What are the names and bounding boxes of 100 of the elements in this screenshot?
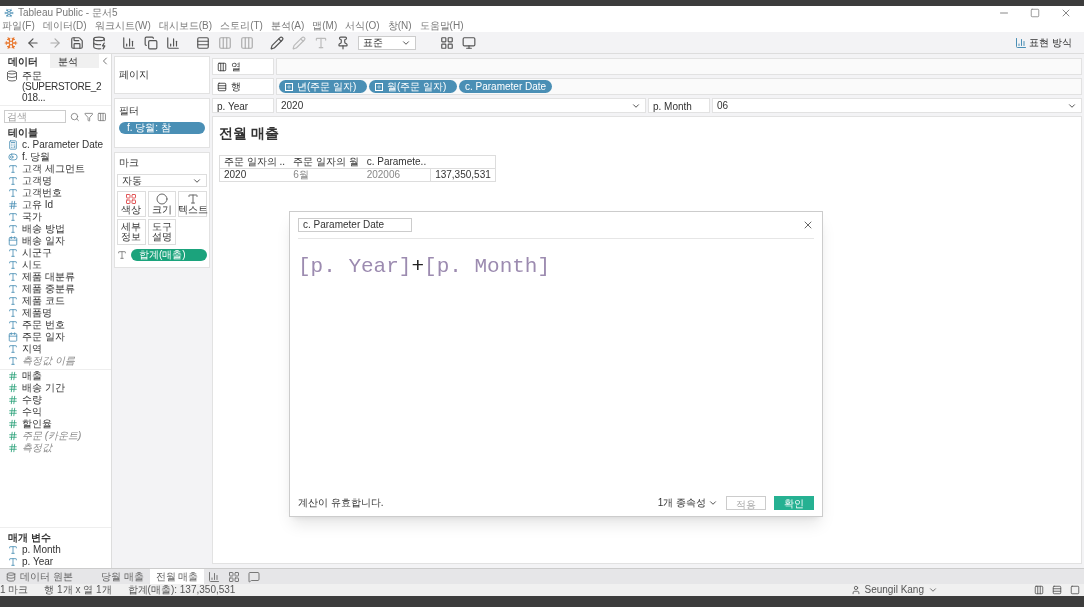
- marks-card-button[interactable]: 색상: [117, 191, 146, 217]
- calculated-field-icon: [8, 140, 18, 150]
- filmstrip-view-icon[interactable]: [1070, 585, 1080, 595]
- number-type-icon: [8, 200, 18, 210]
- calculation-name-field[interactable]: c. Parameter Date: [298, 218, 412, 232]
- highlight-icon[interactable]: [270, 35, 284, 50]
- expand-icon[interactable]: [285, 82, 293, 91]
- number-type-icon: [8, 383, 18, 393]
- marks-card-button[interactable]: 텍스트: [178, 191, 207, 217]
- sheet-tab[interactable]: 당월 매출: [94, 569, 150, 584]
- field-name[interactable]: 지역: [22, 343, 42, 355]
- parameter-label: p. Year: [212, 98, 274, 113]
- menu-item[interactable]: 도움말(H): [419, 21, 464, 31]
- menu-item[interactable]: 분석(A): [270, 21, 305, 31]
- save-icon[interactable]: [70, 35, 84, 50]
- text-icon: [117, 250, 127, 260]
- field-name[interactable]: 할인율: [22, 418, 52, 430]
- new-story-icon[interactable]: [248, 570, 261, 583]
- marks-card-button[interactable]: 세부 정보: [117, 219, 146, 245]
- field-name[interactable]: 주문 (카운트): [22, 430, 82, 442]
- field-name[interactable]: 제품 대분류: [22, 271, 75, 283]
- marks-card-button[interactable]: 도구 설명: [147, 219, 177, 245]
- date-type-icon: [8, 236, 18, 246]
- data-source-name[interactable]: 주문 (SUPERSTORE_2018...: [22, 70, 105, 103]
- shelf-label: 행: [231, 80, 241, 94]
- new-dashboard-icon[interactable]: [228, 570, 241, 583]
- duplicate-icon[interactable]: [144, 35, 158, 50]
- search-field[interactable]: 검색: [4, 110, 66, 123]
- sheet-tab[interactable]: 데이터 원본: [0, 569, 79, 584]
- field-name[interactable]: 측정값 이름: [22, 355, 75, 367]
- filter-icon[interactable]: [83, 111, 94, 122]
- close-icon[interactable]: [802, 219, 814, 231]
- mark-type-dropdown[interactable]: 자동: [117, 174, 207, 187]
- number-type-icon: [8, 371, 18, 381]
- field-name[interactable]: c. Parameter Date: [22, 139, 104, 151]
- marks-card-button[interactable]: 크기: [147, 191, 177, 217]
- tableau-logo-icon[interactable]: [4, 35, 18, 50]
- search-icon[interactable]: [70, 111, 80, 122]
- field-name[interactable]: 고유 Id: [22, 199, 54, 211]
- field-name[interactable]: 매출: [22, 370, 42, 382]
- user-menu[interactable]: Seungil Kang: [864, 585, 924, 595]
- shelf-label: 열: [231, 60, 241, 74]
- menu-item[interactable]: 서식(O): [345, 21, 380, 31]
- menu-item[interactable]: 파일(F): [2, 21, 35, 31]
- close-icon[interactable]: [1060, 7, 1072, 19]
- menu-item[interactable]: 데이터(D): [42, 21, 87, 31]
- field-name[interactable]: 배송 일자: [22, 235, 65, 247]
- field-name[interactable]: 시도: [22, 259, 42, 271]
- grid-view-icon[interactable]: [1034, 585, 1044, 595]
- formula-editor[interactable]: [p. Year]+[p. Month]: [298, 239, 814, 495]
- new-worksheet-icon[interactable]: [122, 35, 136, 50]
- menu-item[interactable]: 워크시트(W): [94, 21, 151, 31]
- sheet-tab[interactable]: 전월 매출: [149, 569, 205, 584]
- parameter-dropdown[interactable]: 06: [712, 98, 1082, 113]
- status-dimensions: 행 1개 x 열 1개: [44, 585, 112, 595]
- menu-item[interactable]: 창(N): [387, 21, 412, 31]
- presentation-icon[interactable]: [462, 35, 476, 50]
- forward-icon[interactable]: [48, 35, 62, 50]
- field-name[interactable]: 배송 방법: [22, 223, 65, 235]
- cards-icon[interactable]: [440, 35, 454, 50]
- field-name[interactable]: 배송 기간: [22, 382, 65, 394]
- field-name[interactable]: 고객명: [22, 175, 52, 187]
- maximize-icon[interactable]: [1030, 8, 1040, 18]
- dependencies-dropdown[interactable]: 1개 종속성: [657, 495, 718, 510]
- field-name[interactable]: p. Month: [22, 544, 61, 556]
- new-worksheet-icon[interactable]: [208, 570, 221, 583]
- field-name[interactable]: 수량: [22, 394, 42, 406]
- show-me-button[interactable]: 표현 방식: [1029, 35, 1072, 50]
- field-name[interactable]: 제품 중분류: [22, 283, 75, 295]
- date-type-icon: [8, 332, 18, 342]
- field-name[interactable]: 고객 세그먼트: [22, 163, 85, 175]
- table-cell-text: 2020: [223, 169, 248, 181]
- parameter-dropdown[interactable]: 2020: [276, 98, 646, 113]
- menu-item[interactable]: 맵(M): [312, 21, 338, 31]
- pin-icon[interactable]: [336, 35, 350, 50]
- field-name[interactable]: f. 당월: [22, 151, 51, 163]
- panel-tab[interactable]: 분석: [49, 54, 100, 68]
- filter-pill[interactable]: f. 당월: 참: [119, 122, 205, 134]
- menu-item[interactable]: 스토리(T): [220, 21, 263, 31]
- field-name[interactable]: 제품 코드: [22, 295, 65, 307]
- field-name[interactable]: 제품명: [22, 307, 52, 319]
- list-view-icon[interactable]: [1052, 585, 1062, 595]
- back-icon[interactable]: [26, 35, 40, 50]
- field-name[interactable]: 주문 번호: [22, 319, 65, 331]
- field-name[interactable]: p. Year: [22, 556, 54, 568]
- field-name[interactable]: 측정값: [22, 442, 52, 454]
- field-name[interactable]: 고객번호: [22, 187, 62, 199]
- string-type-icon: [8, 164, 18, 174]
- field-name[interactable]: 수익: [22, 406, 42, 418]
- text-icon: [186, 193, 199, 205]
- expand-icon[interactable]: [375, 82, 383, 91]
- new-data-source-icon[interactable]: [92, 35, 106, 50]
- string-type-icon: [8, 248, 18, 258]
- field-name[interactable]: 국가: [22, 211, 42, 223]
- field-name[interactable]: 주문 일자: [22, 331, 65, 343]
- menu-item[interactable]: 대시보드(B): [158, 21, 213, 31]
- field-name[interactable]: 시군구: [22, 247, 52, 259]
- view-options-icon[interactable]: [97, 111, 107, 122]
- validation-message: 계산이 유효합니다.: [298, 496, 384, 510]
- fit-dropdown[interactable]: 표준: [358, 35, 416, 50]
